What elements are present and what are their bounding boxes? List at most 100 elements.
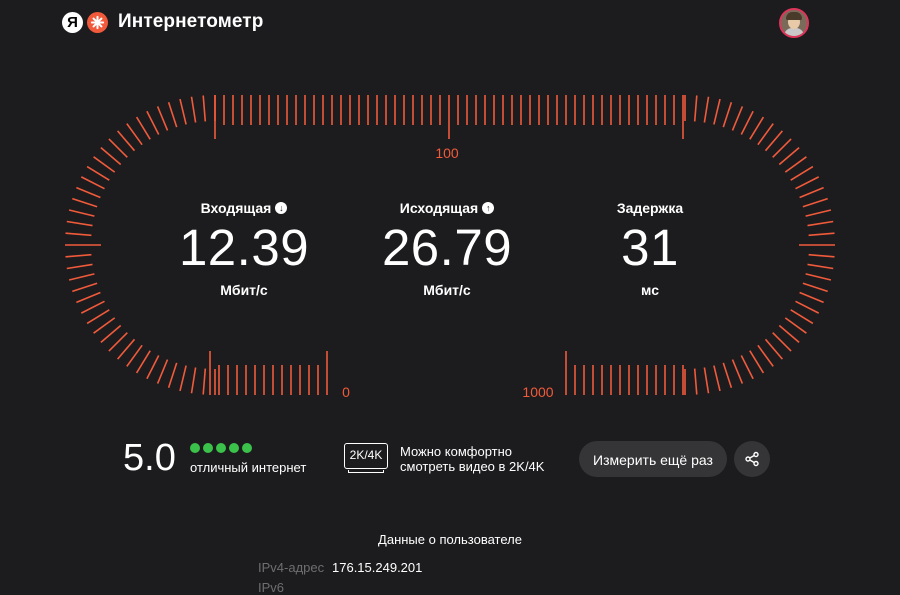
gauge-tick (808, 253, 835, 258)
share-icon (745, 451, 759, 467)
gauge-tick (764, 130, 784, 152)
share-button[interactable] (734, 441, 770, 477)
gauge-tick (135, 350, 151, 374)
arrow-up-icon: ↑ (482, 202, 495, 214)
gauge-tick (807, 220, 834, 227)
gauge-tick (778, 146, 800, 166)
gauge-tick (731, 106, 744, 131)
scale-label-100: 100 (435, 145, 459, 161)
gauge-tick (65, 253, 92, 258)
download-label: Входящая (200, 200, 272, 216)
latency-label: Задержка (616, 200, 684, 216)
gauge-tick (108, 138, 128, 158)
rating-dots (190, 443, 252, 453)
gauge-tick (808, 232, 835, 237)
rating-dot (216, 443, 226, 453)
gauge-tick (784, 156, 807, 173)
gauge-tick (778, 324, 800, 344)
download-value: 12.39 (178, 219, 310, 276)
gauge-tick (190, 367, 197, 394)
video-line-1: Можно комфортно (400, 444, 513, 459)
gauge-tick (722, 362, 733, 388)
rating-dot (190, 443, 200, 453)
gauge-tick (190, 96, 197, 123)
gauge-tick (795, 300, 820, 314)
gauge-tick (68, 273, 95, 281)
latency-value: 31 (621, 219, 679, 276)
gauge-tick (693, 368, 698, 395)
gauge-tick (116, 338, 136, 360)
gauge-tick (116, 130, 136, 152)
rating-dot (229, 443, 239, 453)
gauge-tick (66, 220, 93, 227)
gauge-tick (713, 365, 721, 392)
gauge-tick (805, 273, 832, 281)
gauge-tick (167, 102, 178, 128)
upload-unit: Мбит/с (423, 282, 471, 298)
gauge-tick (749, 116, 765, 140)
gauge-tick (86, 165, 110, 181)
download-metric: Входящая ↓ 12.39 Мбит/с (134, 200, 354, 298)
gauge-tick (108, 332, 128, 352)
gauge-tick (703, 367, 710, 394)
gauge-tick (740, 110, 754, 135)
gauge-tick (80, 176, 105, 190)
gauge-tick (772, 138, 792, 158)
gauge-tick (135, 116, 151, 140)
gauge-tick (146, 355, 160, 380)
gauge-tick (167, 362, 178, 388)
ipv4-value[interactable]: 176.15.249.201 (332, 560, 422, 575)
gauge-tick (713, 98, 721, 125)
upload-metric: Исходящая ↑ 26.79 Мбит/с (337, 200, 557, 298)
gauge-tick (757, 123, 774, 146)
rating-dot (242, 443, 252, 453)
video-description: Можно комфортно смотреть видео в 2K/4K (400, 444, 560, 474)
rating-text: отличный интернет (190, 460, 307, 475)
gauge-tick (799, 291, 824, 304)
gauge-tick (703, 96, 710, 123)
arrow-down-icon: ↓ (275, 202, 288, 214)
gauge-tick (100, 324, 122, 344)
scale-label-0: 0 (342, 384, 350, 400)
gauge-tick (146, 110, 160, 135)
gauge-tick (805, 209, 832, 217)
download-unit: Мбит/с (220, 282, 268, 298)
gauge-tick (784, 317, 807, 334)
gauge-tick (86, 309, 110, 325)
latency-metric: Задержка 31 мс (540, 200, 760, 298)
video-quality-badge: 2K/4K (344, 443, 388, 469)
gauge-tick (179, 98, 187, 125)
gauge-tick (93, 156, 116, 173)
gauge-tick (731, 359, 744, 384)
gauge-tick (202, 95, 207, 122)
latency-unit: мс (641, 282, 659, 298)
gauge-tick (807, 263, 834, 270)
gauge-tick (802, 197, 828, 208)
gauge-tick (93, 317, 116, 334)
measure-again-button[interactable]: Измерить ещё раз (579, 441, 727, 477)
gauge-tick (72, 197, 98, 208)
gauge-tick (72, 282, 98, 293)
gauge-tick (126, 344, 143, 367)
gauge-tick (100, 146, 122, 166)
gauge-tick (795, 176, 820, 190)
rating-dot (203, 443, 213, 453)
gauge-tick (749, 350, 765, 374)
user-data-title: Данные о пользователе (378, 532, 522, 547)
gauge-tick (76, 186, 101, 199)
upload-label: Исходящая (399, 200, 479, 216)
ipv6-label: IPv6 (258, 580, 285, 595)
gauge-tick (764, 338, 784, 360)
gauge-tick (126, 123, 143, 146)
gauge-tick (179, 365, 187, 392)
gauge-tick (156, 359, 169, 384)
gauge-tick (80, 300, 105, 314)
gauge-tick (68, 209, 95, 217)
gauge-tick (740, 355, 754, 380)
gauge-tick (772, 332, 792, 352)
gauge-tick (76, 291, 101, 304)
gauge-tick (799, 186, 824, 199)
gauge-tick (790, 309, 814, 325)
gauge-tick (65, 232, 92, 237)
gauge-tick (757, 344, 774, 367)
